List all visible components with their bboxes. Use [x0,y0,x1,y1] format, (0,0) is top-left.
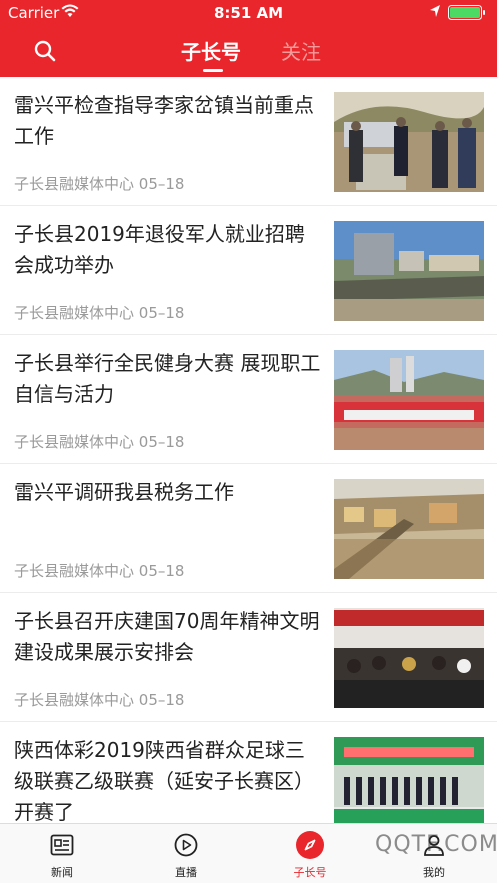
tabbar-label: 子长号 [293,866,327,879]
news-item[interactable]: 雷兴平检查指导李家岔镇当前重点工作 子长县融媒体中心 05–18 [0,77,497,206]
news-source: 子长县融媒体中心 [14,175,135,193]
news-title: 子长县召开庆建国70周年精神文明建设成果展示安排会 [14,609,320,664]
news-thumbnail [334,221,484,321]
news-item[interactable]: 雷兴平调研我县税务工作 子长县融媒体中心 05–18 [0,464,497,593]
news-item[interactable]: 子长县召开庆建国70周年精神文明建设成果展示安排会 子长县融媒体中心 05–18 [0,593,497,722]
news-title: 子长县2019年退役军人就业招聘会成功举办 [14,222,305,277]
news-meta: 子长县融媒体中心 05–18 [14,560,184,581]
news-title: 子长县举行全民健身大赛 展现职工自信与活力 [14,351,321,406]
status-bar: Carrier 8:51 AM [0,0,497,25]
location-arrow-icon [430,5,440,17]
news-date: 05–18 [138,433,185,451]
play-icon [174,833,198,857]
tabbar-label: 直播 [175,866,197,879]
news-title: 陕西体彩2019陕西省群众足球三级联赛乙级联赛（延安子长赛区）开赛了 [14,738,314,823]
tabbar-label: 我的 [423,866,445,879]
news-meta: 子长县融媒体中心 05–18 [14,431,184,452]
compass-icon [304,839,316,851]
news-item[interactable]: 子长县2019年退役军人就业招聘会成功举办 子长县融媒体中心 05–18 [0,206,497,335]
tab-follow[interactable]: 关注 [281,36,321,65]
news-date: 05–18 [138,562,185,580]
news-list: 雷兴平检查指导李家岔镇当前重点工作 子长县融媒体中心 05–18 子长县2019… [0,77,497,823]
tab-zichanghao[interactable]: 子长号 [181,36,241,65]
news-source: 子长县融媒体中心 [14,433,135,451]
news-source: 子长县融媒体中心 [14,562,135,580]
news-thumbnail [334,608,484,708]
news-thumbnail [334,479,484,579]
app-header: Carrier 8:51 AM 子长号 关注 [0,0,497,77]
news-date: 05–18 [138,304,185,322]
active-tab-indicator [203,69,223,72]
news-date: 05–18 [138,175,185,193]
news-source: 子长县融媒体中心 [14,691,135,709]
battery-icon [448,5,485,20]
news-date: 05–18 [138,691,185,709]
clock: 8:51 AM [213,4,284,22]
news-item[interactable]: 陕西体彩2019陕西省群众足球三级联赛乙级联赛（延安子长赛区）开赛了 [0,722,497,823]
news-source: 子长县融媒体中心 [14,304,135,322]
news-thumbnail [334,737,484,823]
tabbar-item-live[interactable]: 直播 [146,824,226,883]
tabbar-item-zichanghao[interactable]: 子长号 [270,824,350,883]
site-watermark: QQTF.COM [375,832,497,857]
news-meta: 子长县融媒体中心 05–18 [14,302,184,323]
tabbar-label: 新闻 [51,866,73,879]
news-thumbnail [334,92,484,192]
news-title: 雷兴平调研我县税务工作 [14,480,234,504]
news-thumbnail [334,350,484,450]
search-icon[interactable] [32,38,58,64]
news-title: 雷兴平检查指导李家岔镇当前重点工作 [14,93,314,148]
top-nav: 子长号 关注 [0,25,497,77]
news-item[interactable]: 子长县举行全民健身大赛 展现职工自信与活力 子长县融媒体中心 05–18 [0,335,497,464]
news-meta: 子长县融媒体中心 05–18 [14,173,184,194]
news-meta: 子长县融媒体中心 05–18 [14,689,184,710]
news-icon [50,834,74,856]
tabbar-item-news[interactable]: 新闻 [22,824,102,883]
